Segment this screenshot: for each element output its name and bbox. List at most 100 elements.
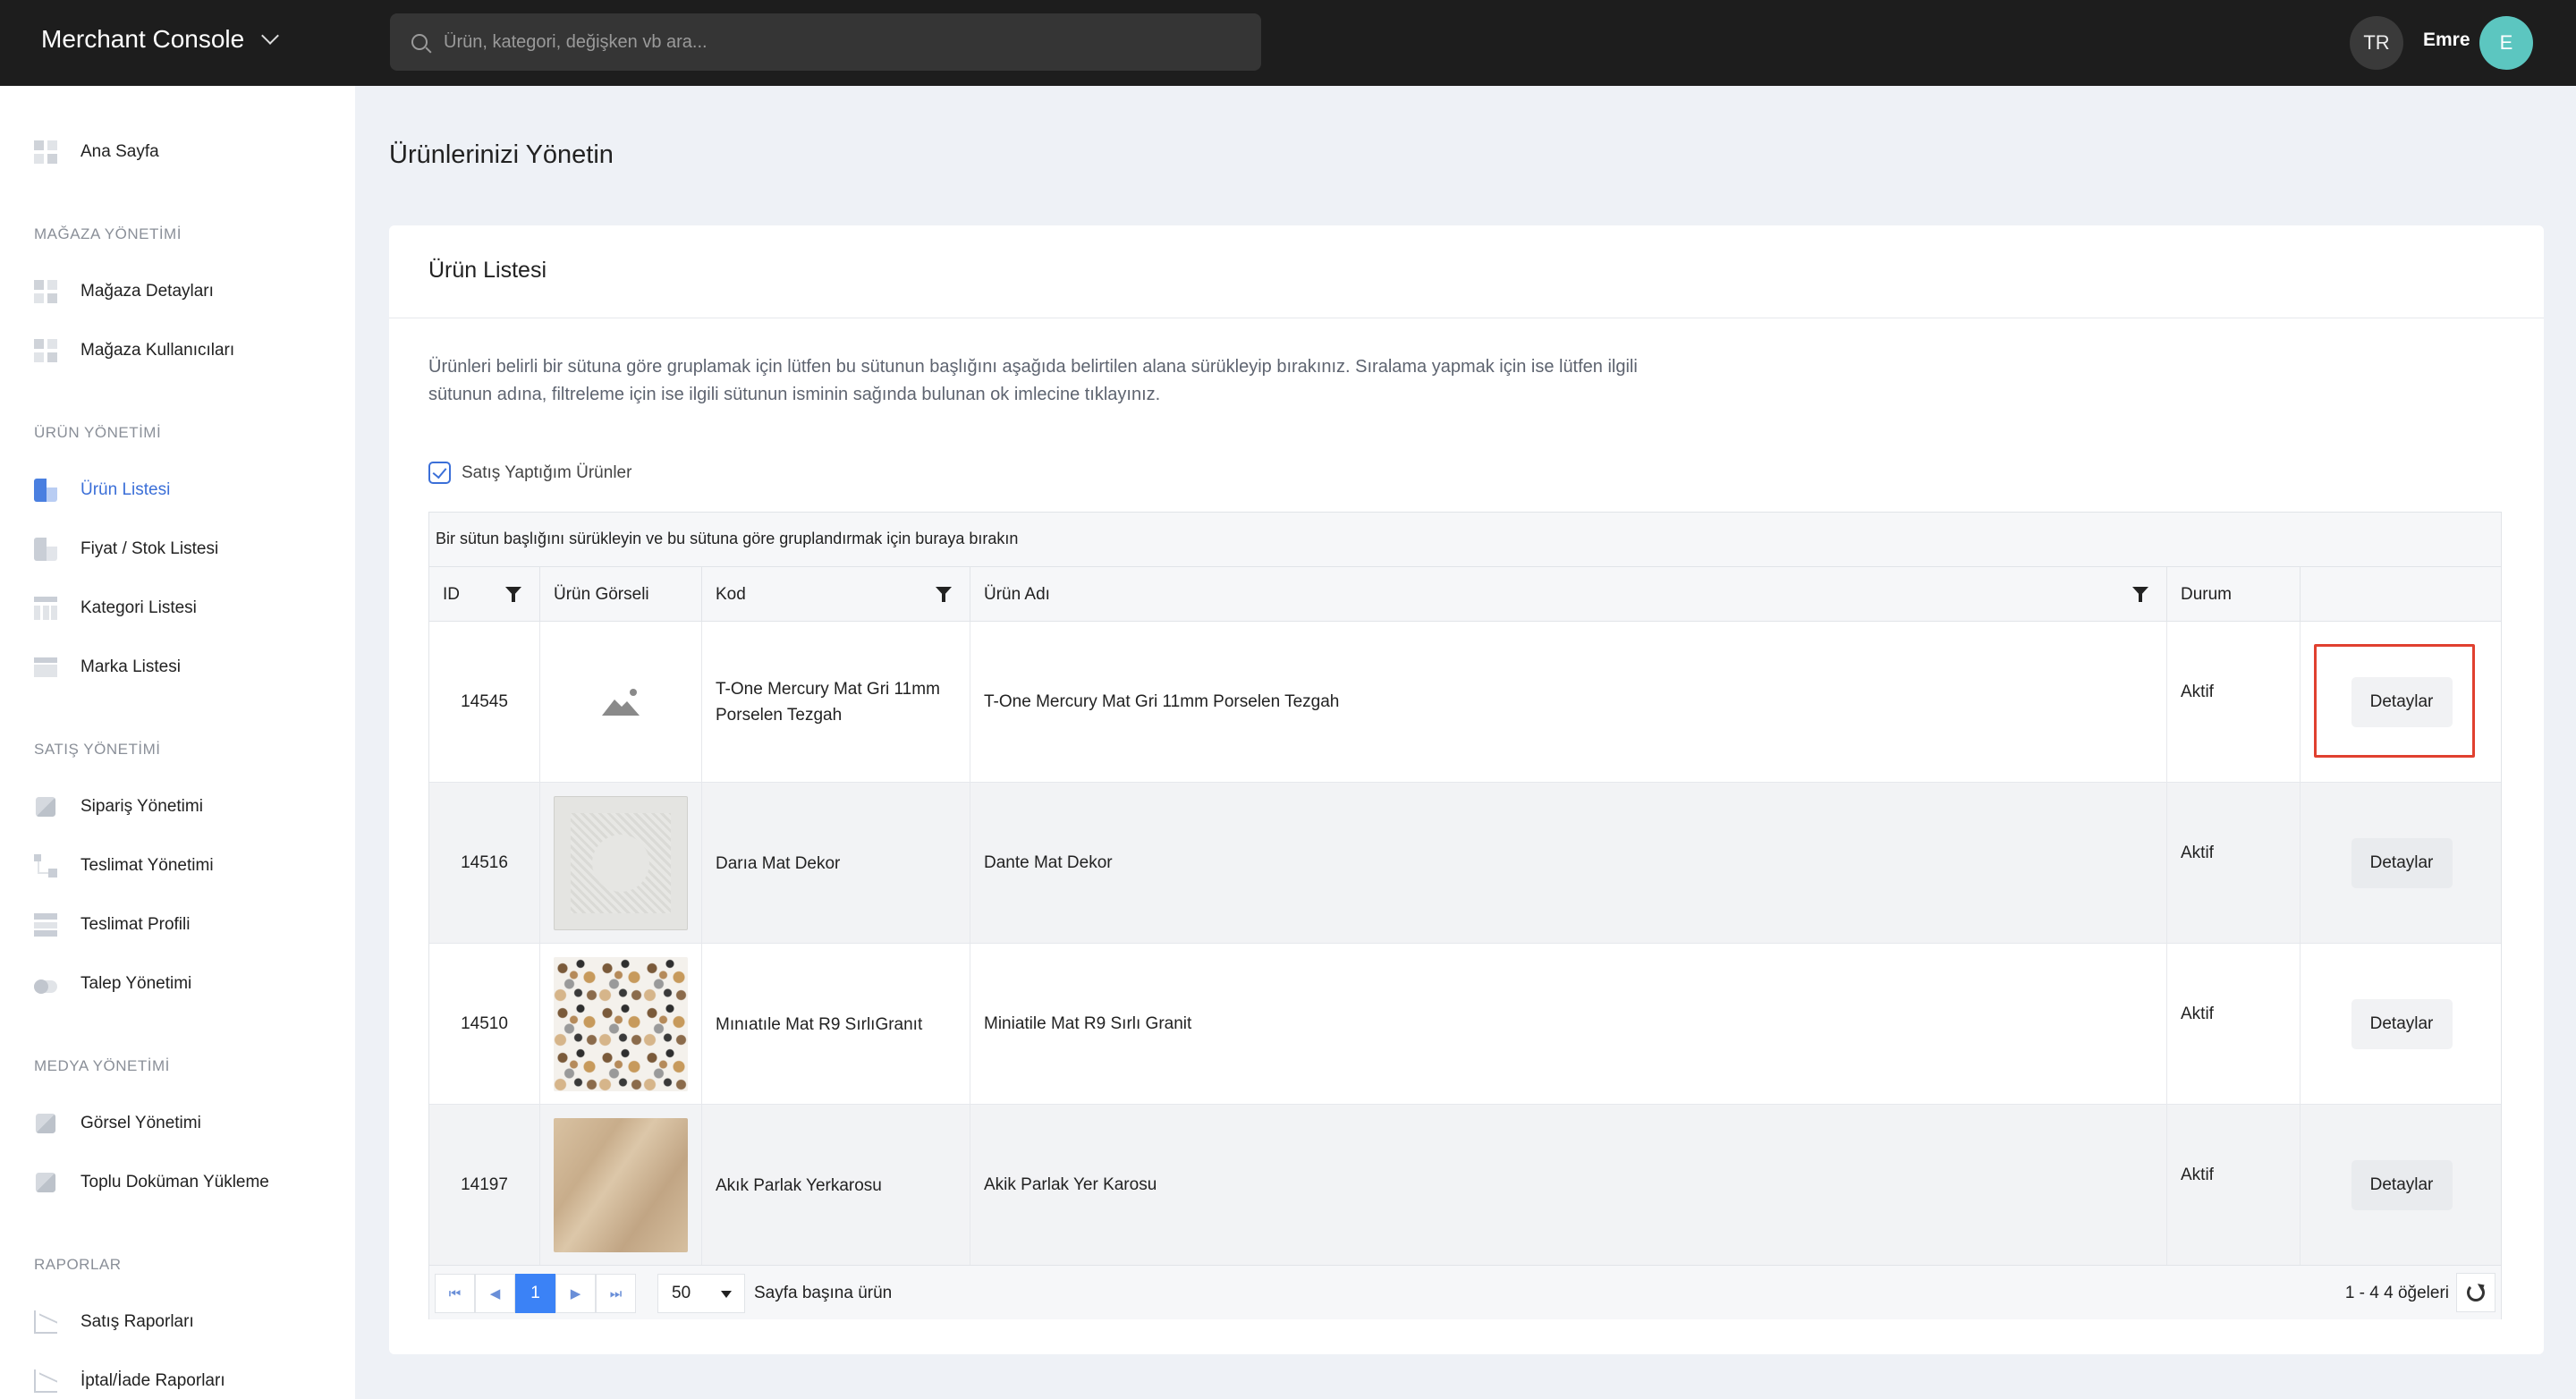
sidebar-item-return-reports[interactable]: İptal/İade Raporları <box>34 1363 225 1399</box>
group-drop-panel[interactable]: Bir sütun başlığını sürükleyin ve bu süt… <box>429 513 2501 567</box>
sidebar-item-bulk-upload[interactable]: Toplu Doküman Yükleme <box>34 1165 269 1200</box>
caret-down-icon <box>721 1291 732 1298</box>
details-button[interactable]: Detaylar <box>2351 838 2453 888</box>
prev-page-button[interactable]: ◀ <box>475 1274 515 1313</box>
box-icon <box>35 1113 56 1134</box>
chart-icon <box>34 1369 57 1393</box>
cell-image <box>540 944 702 1105</box>
sidebar-item-label: Sipariş Yönetimi <box>80 797 203 816</box>
cell-actions: Detaylar <box>2301 944 2503 1105</box>
user-name[interactable]: Emre <box>2423 30 2470 51</box>
cell-status: Aktif <box>2167 622 2301 783</box>
sidebar-item-images[interactable]: Görsel Yönetimi <box>34 1106 201 1141</box>
filter-icon[interactable] <box>505 587 521 602</box>
refresh-button[interactable] <box>2456 1273 2496 1312</box>
details-button[interactable]: Detaylar <box>2351 999 2453 1049</box>
sidebar-item-deliveries[interactable]: Teslimat Yönetimi <box>34 848 214 884</box>
sidebar-item-label: Ana Sayfa <box>80 142 159 161</box>
last-page-button[interactable]: ⏭ <box>596 1274 636 1313</box>
dashboard-icon <box>34 140 57 164</box>
sidebar: Ana Sayfa MAĞAZA YÖNETİMİ Mağaza Detayla… <box>0 86 355 1399</box>
product-thumbnail[interactable] <box>554 796 688 930</box>
toggle-icon <box>34 979 57 994</box>
table-header: ID Ürün Görseli Kod Ürün Adı Durum <box>429 567 2501 622</box>
pagination-bar: ⏮ ◀ 1 ▶ ⏭ 50 Sayfa başına ürün 1 - 4 4 ö… <box>429 1265 2501 1319</box>
table-icon <box>34 597 57 620</box>
sidebar-item-label: Toplu Doküman Yükleme <box>80 1173 269 1191</box>
language-button[interactable]: TR <box>2350 16 2403 70</box>
column-header-image[interactable]: Ürün Görseli <box>540 567 702 622</box>
highlight-box <box>2314 644 2475 758</box>
card-icon <box>34 656 57 679</box>
search-icon <box>411 34 428 50</box>
page-size-select[interactable]: 50 <box>657 1274 745 1313</box>
details-button[interactable]: Detaylar <box>2351 1160 2453 1210</box>
product-list-card: Ürün Listesi Ürünleri belirli bir sütuna… <box>389 225 2544 1354</box>
sidebar-item-label: Talep Yönetimi <box>80 974 192 993</box>
checkbox-label: Satış Yaptığım Ürünler <box>462 462 632 482</box>
sidebar-section-title: MAĞAZA YÖNETİMİ <box>34 225 182 242</box>
image-placeholder-icon <box>554 635 688 769</box>
table-row: 14516 Darıa Mat Dekor Dante Mat Dekor Ak… <box>429 783 2501 944</box>
column-header-actions <box>2301 567 2503 622</box>
sidebar-item-label: Mağaza Kullanıcıları <box>80 341 235 360</box>
filter-icon[interactable] <box>2132 587 2148 602</box>
sidebar-section-title: SATIŞ YÖNETİMİ <box>34 741 161 758</box>
table-row: 14197 Akık Parlak Yerkarosu Akik Parlak … <box>429 1105 2501 1266</box>
box-icon <box>35 796 56 818</box>
avatar[interactable]: E <box>2479 16 2533 70</box>
card-title: Ürün Listesi <box>428 258 547 283</box>
refresh-icon <box>2467 1284 2485 1301</box>
cell-actions: Detaylar <box>2301 1105 2503 1266</box>
box-icon <box>35 1172 56 1193</box>
grid-icon <box>34 280 57 303</box>
product-icon <box>34 479 57 502</box>
page-1-button[interactable]: 1 <box>515 1274 555 1313</box>
sidebar-item-brand-list[interactable]: Marka Listesi <box>34 649 181 685</box>
cell-image <box>540 1105 702 1266</box>
sidebar-item-requests[interactable]: Talep Yönetimi <box>34 966 191 1002</box>
sold-products-checkbox[interactable]: Satış Yaptığım Ürünler <box>428 462 631 484</box>
sidebar-item-store-details[interactable]: Mağaza Detayları <box>34 274 214 309</box>
sidebar-item-price-stock[interactable]: Fiyat / Stok Listesi <box>34 531 218 567</box>
hierarchy-icon <box>34 854 57 878</box>
sidebar-item-product-list[interactable]: Ürün Listesi <box>34 472 170 508</box>
sidebar-item-sales-reports[interactable]: Satış Raporları <box>34 1304 194 1340</box>
cell-name: Akik Parlak Yer Karosu <box>970 1105 2167 1266</box>
page-size-label: Sayfa başına ürün <box>754 1284 893 1302</box>
search-input[interactable] <box>444 31 1213 53</box>
cell-image <box>540 783 702 944</box>
sidebar-item-delivery-profile[interactable]: Teslimat Profili <box>34 907 190 943</box>
sidebar-item-label: İptal/İade Raporları <box>80 1371 225 1390</box>
cell-status: Aktif <box>2167 783 2301 944</box>
cell-image <box>540 622 702 783</box>
sidebar-item-label: Satış Raporları <box>80 1312 194 1331</box>
sidebar-section-title: MEDYA YÖNETİMİ <box>34 1057 170 1074</box>
column-header-status[interactable]: Durum <box>2167 567 2301 622</box>
checkbox-checked-icon[interactable] <box>428 462 451 484</box>
sidebar-item-label: Ürün Listesi <box>80 480 171 499</box>
sidebar-item-label: Mağaza Detayları <box>80 282 214 301</box>
column-header-code[interactable]: Kod <box>702 567 970 622</box>
sidebar-item-label: Teslimat Yönetimi <box>80 856 214 875</box>
sidebar-item-store-users[interactable]: Mağaza Kullanıcıları <box>34 333 234 369</box>
filter-icon[interactable] <box>936 587 952 602</box>
server-icon <box>34 913 57 937</box>
column-header-name[interactable]: Ürün Adı <box>970 567 2167 622</box>
next-page-button[interactable]: ▶ <box>555 1274 596 1313</box>
cell-name: T-One Mercury Mat Gri 11mm Porselen Tezg… <box>970 622 2167 783</box>
product-thumbnail[interactable] <box>554 1118 688 1252</box>
search-bar[interactable] <box>390 13 1261 71</box>
sidebar-item-orders[interactable]: Sipariş Yönetimi <box>34 789 203 825</box>
sidebar-item-label: Kategori Listesi <box>80 598 197 617</box>
pager-info: 1 - 4 4 öğeleri <box>2344 1284 2449 1302</box>
sidebar-item-label: Görsel Yönetimi <box>80 1114 201 1132</box>
app-switcher[interactable]: Merchant Console <box>41 25 280 54</box>
sidebar-item-home[interactable]: Ana Sayfa <box>34 134 159 170</box>
product-thumbnail[interactable] <box>554 957 688 1091</box>
first-page-button[interactable]: ⏮ <box>435 1274 475 1313</box>
app-title: Merchant Console <box>41 25 245 53</box>
sidebar-item-category-list[interactable]: Kategori Listesi <box>34 590 197 626</box>
column-header-id[interactable]: ID <box>429 567 540 622</box>
top-bar: Merchant Console TR Emre E <box>0 0 2576 86</box>
